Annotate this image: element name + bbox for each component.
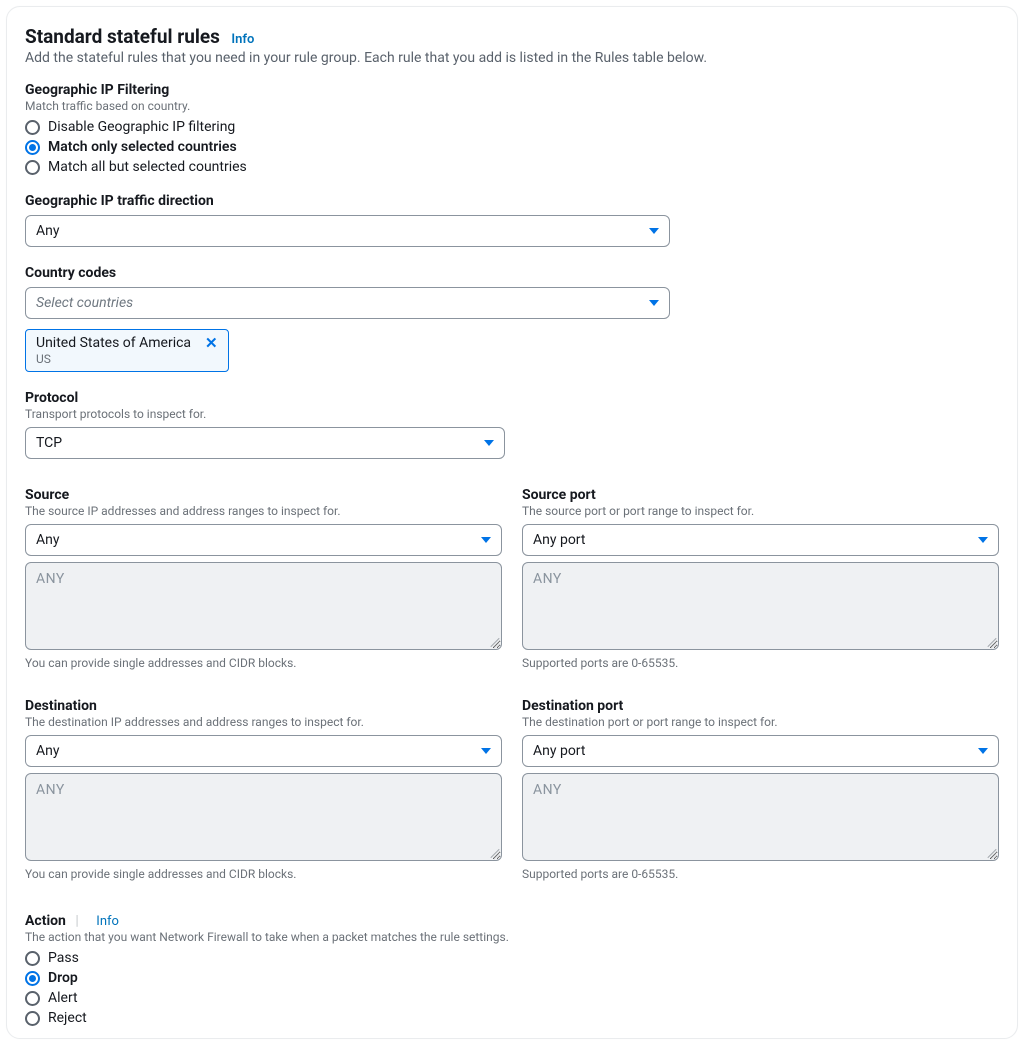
label-source-port: Source port [522,487,999,503]
resize-handle-icon[interactable] [984,846,996,858]
divider-vertical: | [75,913,78,929]
label-destination-port: Destination port [522,698,999,714]
info-link-header[interactable]: Info [231,32,254,47]
textarea-source-port[interactable]: ANY [522,562,999,650]
help-action: The action that you want Network Firewal… [25,930,999,944]
radio-icon [25,1011,40,1026]
resize-handle-icon[interactable] [487,635,499,647]
select-placeholder: Select countries [36,295,133,311]
select-source[interactable]: Any [25,524,502,556]
select-country-codes[interactable]: Select countries [25,287,670,319]
textarea-destination[interactable]: ANY [25,773,502,861]
resize-handle-icon[interactable] [984,635,996,647]
textarea-placeholder: ANY [36,571,65,587]
select-value: Any [36,743,60,759]
chevron-down-icon [481,537,491,543]
label-protocol: Protocol [25,390,999,406]
token-sublabel: US [36,352,218,366]
select-value: Any [36,223,60,239]
label-source: Source [25,487,502,503]
radio-geo-match-only[interactable]: Match only selected countries [25,139,999,155]
radio-icon [25,971,40,986]
chevron-down-icon [978,537,988,543]
page-title: Standard stateful rules [25,25,220,48]
radio-label: Match only selected countries [48,139,237,155]
radio-group-geo-filter: Disable Geographic IP filtering Match on… [25,119,999,175]
radio-label: Drop [48,970,78,986]
select-protocol[interactable]: TCP [25,427,505,459]
textarea-placeholder: ANY [36,782,65,798]
select-value: Any port [533,532,585,548]
radio-icon [25,120,40,135]
label-geo-ip-filtering: Geographic IP Filtering [25,82,999,98]
label-geo-traffic-direction: Geographic IP traffic direction [25,193,999,209]
chevron-down-icon [649,300,659,306]
chevron-down-icon [649,228,659,234]
radio-action-pass[interactable]: Pass [25,950,999,966]
radio-action-reject[interactable]: Reject [25,1010,999,1026]
hint-destination: You can provide single addresses and CID… [25,867,502,881]
textarea-source[interactable]: ANY [25,562,502,650]
token-country-us: United States of America ✕ US [25,329,229,372]
select-destination-port[interactable]: Any port [522,735,999,767]
select-value: Any port [533,743,585,759]
label-destination: Destination [25,698,502,714]
radio-action-alert[interactable]: Alert [25,990,999,1006]
help-geo-ip-filtering: Match traffic based on country. [25,99,999,113]
textarea-placeholder: ANY [533,571,562,587]
panel-stateful-rules: Standard stateful rules Info Add the sta… [6,6,1018,1039]
label-country-codes: Country codes [25,265,999,281]
radio-icon [25,140,40,155]
info-link-action[interactable]: Info [96,914,119,929]
radio-label: Pass [48,950,79,966]
radio-icon [25,160,40,175]
radio-label: Disable Geographic IP filtering [48,119,235,135]
radio-geo-match-all-but[interactable]: Match all but selected countries [25,159,999,175]
radio-action-drop[interactable]: Drop [25,970,999,986]
hint-destination-port: Supported ports are 0-65535. [522,867,999,881]
resize-handle-icon[interactable] [487,846,499,858]
radio-geo-disable[interactable]: Disable Geographic IP filtering [25,119,999,135]
label-action: Action [25,913,66,929]
hint-source: You can provide single addresses and CID… [25,656,502,670]
radio-label: Match all but selected countries [48,159,247,175]
close-icon[interactable]: ✕ [205,336,218,351]
help-source-port: The source port or port range to inspect… [522,504,999,518]
radio-label: Alert [48,990,78,1006]
page-subtitle: Add the stateful rules that you need in … [25,50,999,66]
select-geo-traffic-direction[interactable]: Any [25,215,670,247]
textarea-placeholder: ANY [533,782,562,798]
help-protocol: Transport protocols to inspect for. [25,407,999,421]
radio-icon [25,991,40,1006]
select-destination[interactable]: Any [25,735,502,767]
radio-icon [25,951,40,966]
chevron-down-icon [978,748,988,754]
help-destination-port: The destination port or port range to in… [522,715,999,729]
header-row: Standard stateful rules Info [25,25,999,50]
textarea-destination-port[interactable]: ANY [522,773,999,861]
radio-group-action: Pass Drop Alert Reject [25,950,999,1026]
radio-label: Reject [48,1010,87,1026]
hint-source-port: Supported ports are 0-65535. [522,656,999,670]
help-source: The source IP addresses and address rang… [25,504,502,518]
chevron-down-icon [481,748,491,754]
select-value: Any [36,532,60,548]
chevron-down-icon [484,440,494,446]
token-label: United States of America [36,335,191,351]
select-value: TCP [36,435,62,451]
help-destination: The destination IP addresses and address… [25,715,502,729]
select-source-port[interactable]: Any port [522,524,999,556]
